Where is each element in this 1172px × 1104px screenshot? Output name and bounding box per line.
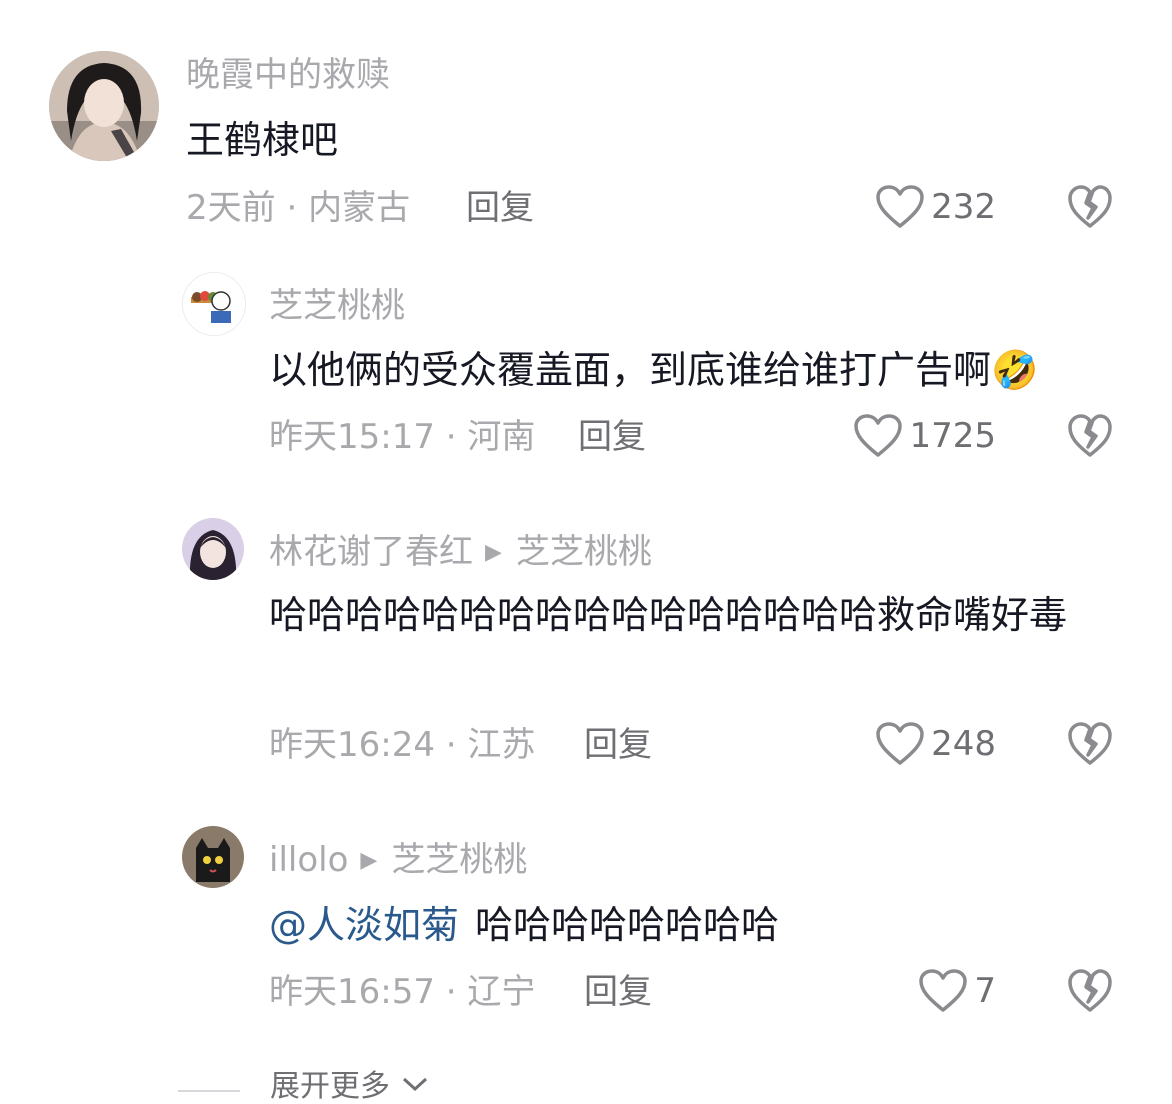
meta-separator: ·	[434, 972, 468, 1012]
reply-text-content: 以他俩的受众覆盖面，到底谁给谁打广告啊	[269, 348, 992, 392]
like-count: 7	[974, 971, 996, 1011]
avatar[interactable]	[182, 826, 244, 888]
like-button[interactable]: 1725	[853, 411, 996, 461]
meta-separator: ·	[434, 725, 468, 765]
avatar[interactable]	[49, 51, 159, 161]
reply-time: 昨天16:57	[269, 972, 435, 1012]
divider	[178, 1090, 240, 1092]
reply-to-username[interactable]: 芝芝桃桃	[391, 840, 527, 880]
chevron-down-icon	[402, 1077, 427, 1092]
reply-arrow-icon: ▶	[485, 540, 502, 565]
avatar[interactable]	[182, 518, 244, 580]
comment-time: 2天前	[186, 188, 276, 228]
reply-time: 昨天16:24	[269, 725, 435, 765]
reply-button[interactable]: 回复	[578, 420, 646, 454]
comment-username[interactable]: 晚霞中的救赎	[186, 58, 390, 92]
reply-location: 辽宁	[467, 972, 536, 1012]
dislike-button[interactable]	[1066, 183, 1114, 231]
like-button[interactable]: 7	[918, 966, 996, 1016]
anime-girl-avatar-icon	[182, 518, 244, 580]
reply-username-line: illolo ▶ 芝芝桃桃	[269, 843, 527, 877]
reply-location: 河南	[467, 417, 536, 457]
heart-icon	[876, 185, 924, 228]
reply-button[interactable]: 回复	[584, 728, 652, 762]
reply-text: @人淡如菊 哈哈哈哈哈哈哈哈	[269, 906, 779, 944]
reply-username-line: 林花谢了春红 ▶ 芝芝桃桃	[269, 535, 652, 569]
like-count: 1725	[909, 416, 996, 456]
reply-text: 以他俩的受众覆盖面，到底谁给谁打广告啊🤣	[269, 351, 1038, 389]
heart-icon	[854, 414, 903, 457]
dislike-button[interactable]	[1066, 412, 1114, 460]
reply-time: 昨天15:17	[269, 417, 435, 457]
reply-location: 江苏	[467, 725, 536, 765]
reply-username[interactable]: illolo	[269, 840, 348, 880]
reply-text: 哈哈哈哈哈哈哈哈哈哈哈哈哈哈哈哈救命嘴好毒	[269, 593, 1068, 637]
meta-separator: ·	[275, 188, 309, 228]
dislike-button[interactable]	[1066, 720, 1114, 768]
like-button[interactable]: 232	[875, 182, 996, 232]
meta-separator: ·	[434, 417, 468, 457]
avatar[interactable]	[182, 272, 246, 336]
mention-link[interactable]: @人淡如菊	[269, 903, 459, 947]
reply-username[interactable]: 林花谢了春红	[269, 532, 473, 572]
reply-to-username[interactable]: 芝芝桃桃	[516, 532, 652, 572]
comment-meta: 2天前 · 内蒙古	[186, 191, 410, 225]
comment-text: 王鹤棣吧	[186, 118, 339, 162]
heart-icon	[876, 722, 924, 765]
like-button[interactable]: 248	[875, 719, 996, 769]
heart-icon	[919, 969, 968, 1012]
dislike-button[interactable]	[1066, 967, 1114, 1015]
reply-arrow-icon: ▶	[360, 848, 378, 873]
reply-meta: 昨天16:24 · 江苏	[269, 728, 535, 762]
emoji-rofl-icon: 🤣	[991, 348, 1039, 392]
expand-more-label: 展开更多	[270, 1069, 390, 1104]
reply-button[interactable]: 回复	[466, 191, 534, 225]
like-count: 232	[931, 187, 996, 227]
black-cat-avatar-icon	[182, 826, 244, 888]
reply-meta: 昨天16:57 · 辽宁	[269, 975, 535, 1009]
reply-text-content: 哈哈哈哈哈哈哈哈	[475, 903, 780, 947]
reply-button[interactable]: 回复	[584, 975, 652, 1009]
reply-username[interactable]: 芝芝桃桃	[269, 289, 405, 323]
reply-meta: 昨天15:17 · 河南	[269, 420, 535, 454]
like-count: 248	[931, 724, 996, 764]
user-photo-avatar-icon	[49, 51, 159, 161]
cartoon-avatar-icon	[183, 273, 245, 335]
comment-location: 内蒙古	[308, 188, 411, 228]
